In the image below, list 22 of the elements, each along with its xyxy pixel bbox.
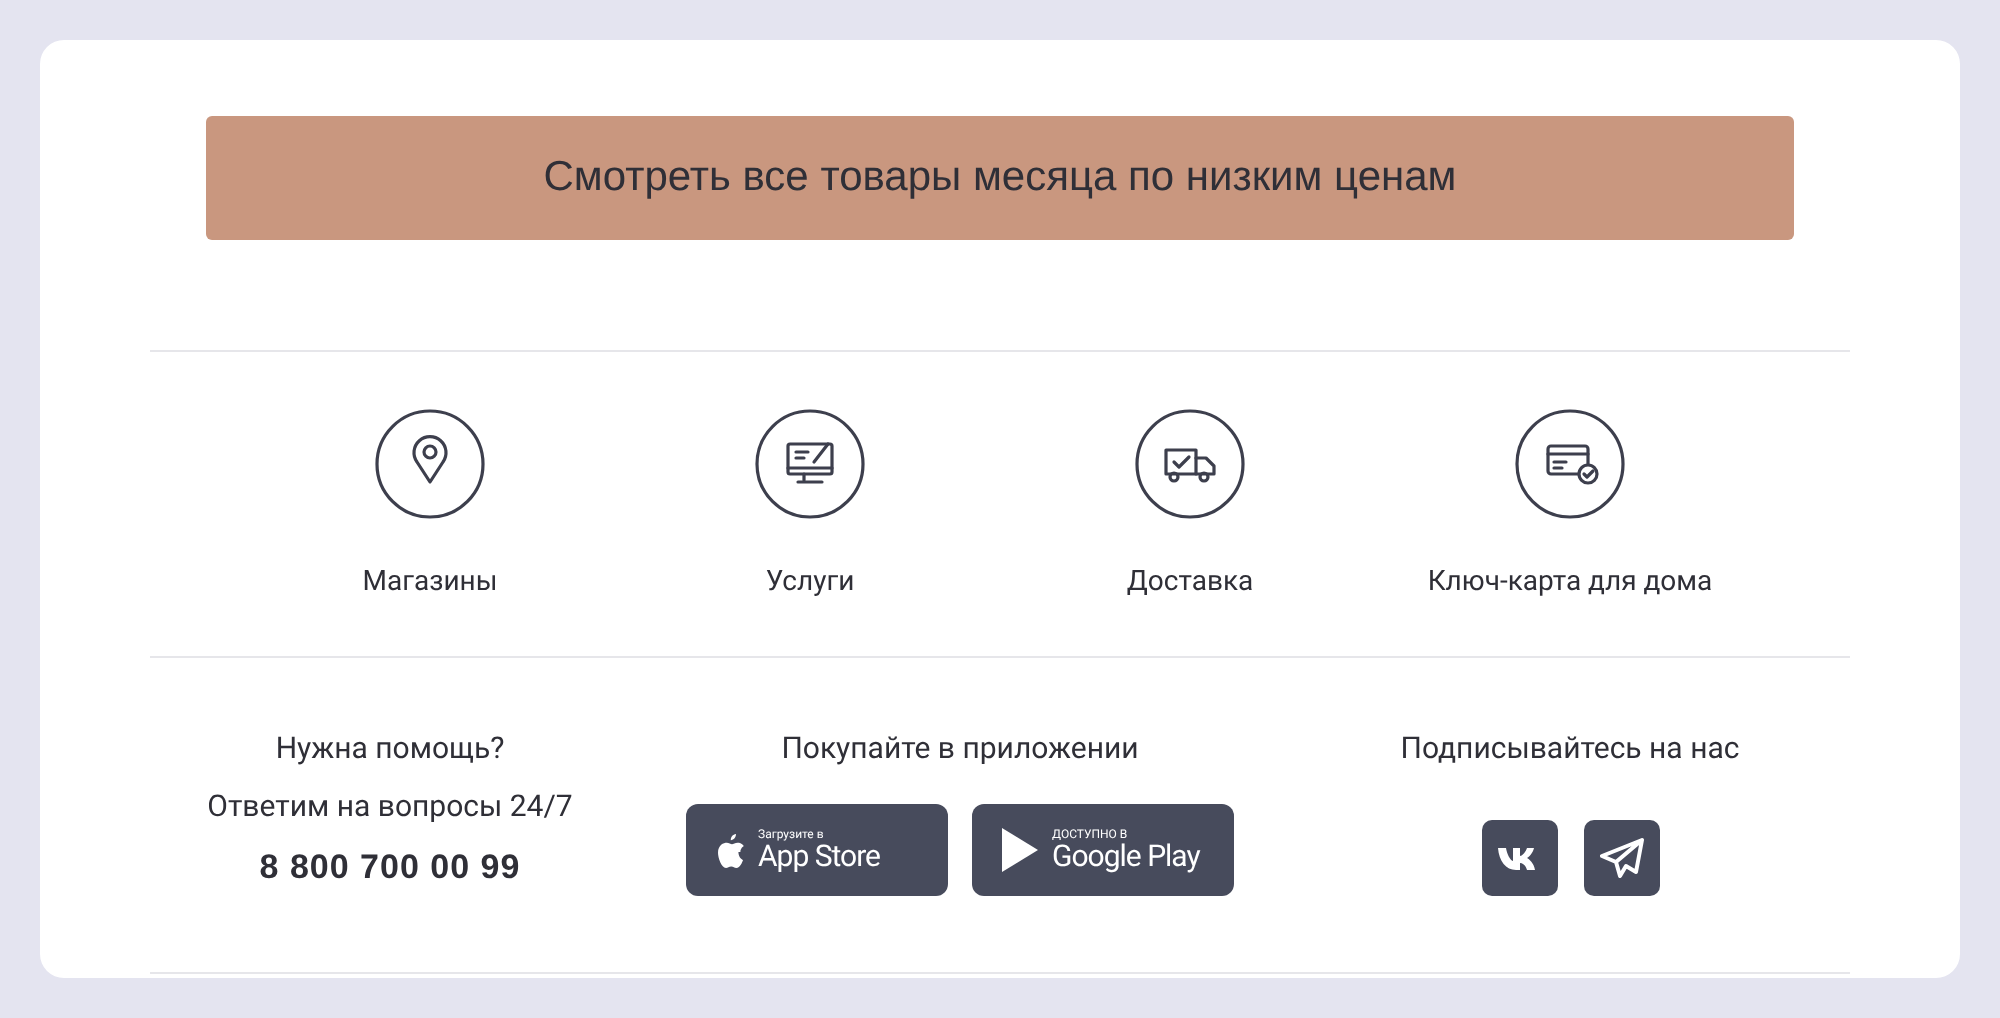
apps-title: Покупайте в приложении <box>781 728 1139 770</box>
monitor-icon <box>754 408 866 520</box>
phone-number: 8 800 700 00 99 <box>259 848 521 888</box>
play-icon <box>1000 826 1040 874</box>
social-button[interactable] <box>1481 820 1557 896</box>
paper-plane-icon <box>1599 838 1643 878</box>
store-name: Google Play <box>1052 841 1200 871</box>
feature-link[interactable]: Доставка <box>1000 408 1380 598</box>
feature-link[interactable]: Магазины <box>240 408 620 598</box>
apple-icon <box>714 831 746 869</box>
truck-icon <box>1134 408 1246 520</box>
pin-icon <box>374 408 486 520</box>
store-name: App Store <box>758 841 880 871</box>
social-title: Подписывайтесь на нас <box>1400 728 1740 770</box>
feature-link[interactable]: Услуги <box>620 408 1000 598</box>
feature-link[interactable]: Ключ-карта для дома <box>1380 408 1760 598</box>
social-button[interactable] <box>1583 820 1659 896</box>
vk-logo-icon <box>1497 845 1541 871</box>
card-icon <box>1514 408 1626 520</box>
help-subtitle: Ответим на вопросы 24/7 <box>207 786 573 828</box>
promo-button[interactable]: Смотреть все товары месяца по низким ценам <box>206 116 1794 240</box>
help-title: Нужна помощь? <box>275 728 505 770</box>
